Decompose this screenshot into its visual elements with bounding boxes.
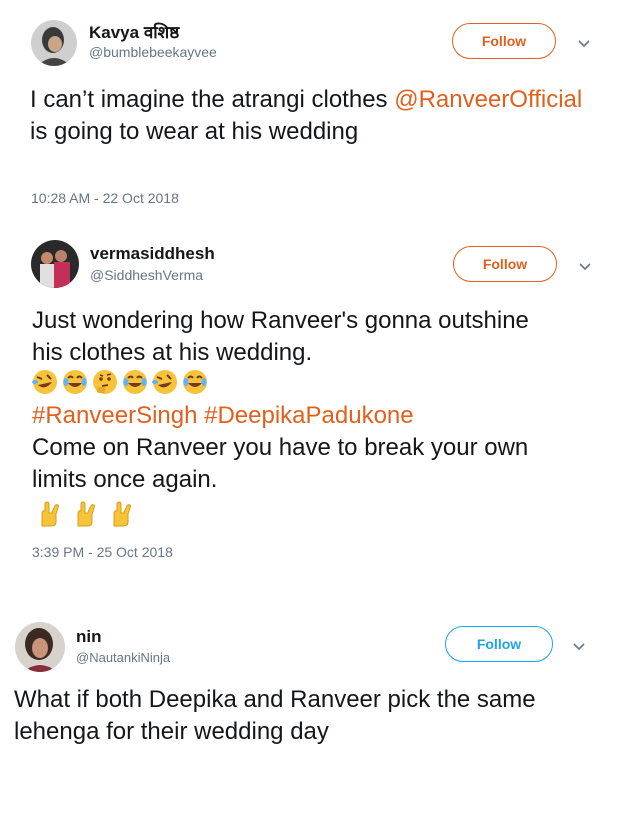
tweet-3: nin @NautankiNinja Follow What if both D… — [0, 0, 622, 840]
user-handle[interactable]: @NautankiNinja — [76, 650, 170, 665]
chevron-down-icon[interactable] — [571, 638, 587, 654]
tweet-text: What if both Deepika and Ranveer pick th… — [14, 684, 574, 748]
avatar[interactable] — [15, 622, 65, 672]
follow-button[interactable]: Follow — [445, 626, 553, 662]
tweet-text-line: What if both Deepika and Ranveer pick th… — [14, 686, 536, 745]
display-name[interactable]: nin — [76, 627, 102, 647]
